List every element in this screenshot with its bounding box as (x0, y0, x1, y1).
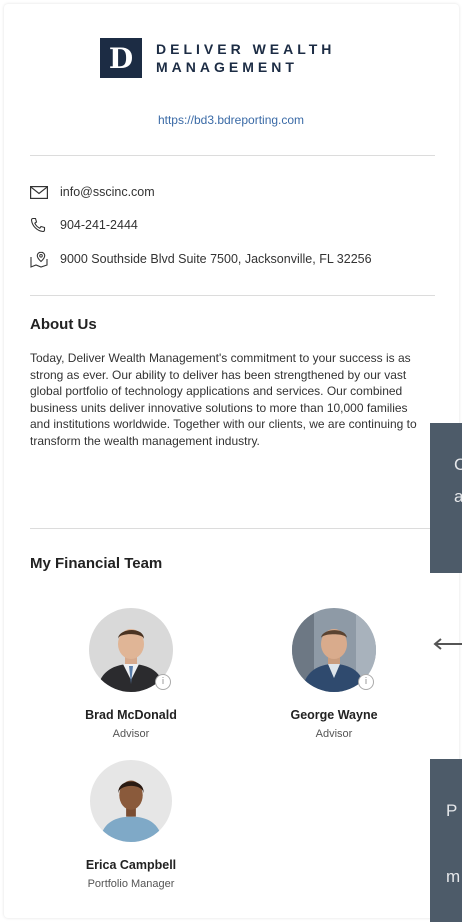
tooltip-text-1: C (454, 455, 462, 474)
team-member-card[interactable]: i Brad McDonald Advisor (61, 608, 201, 740)
logo-line-1: DELIVER WEALTH (156, 41, 336, 57)
address-text: 9000 Southside Blvd Suite 7500, Jacksonv… (60, 252, 372, 266)
tooltip-text-2: a (454, 487, 462, 506)
avatar[interactable] (90, 760, 172, 842)
avatar[interactable]: i (292, 608, 376, 692)
divider (30, 155, 435, 156)
tooltip-panel: P m (430, 759, 462, 922)
divider (30, 295, 435, 296)
divider (30, 528, 435, 529)
logo-line-2: MANAGEMENT (156, 59, 298, 75)
mail-icon (30, 184, 50, 200)
contact-email[interactable]: info@sscinc.com (30, 184, 155, 200)
phone-icon (30, 217, 50, 233)
about-title: About Us (30, 316, 97, 333)
member-name: Brad McDonald (85, 708, 177, 722)
contact-address[interactable]: 9000 Southside Blvd Suite 7500, Jacksonv… (30, 251, 372, 268)
team-member-card[interactable]: Erica Campbell Portfolio Manager (61, 760, 201, 890)
phone-text: 904-241-2444 (60, 218, 138, 232)
arrow-left-icon (433, 638, 462, 650)
company-logo: D DELIVER WEALTH MANAGEMENT (100, 38, 335, 78)
email-text: info@sscinc.com (60, 185, 155, 199)
member-name: Erica Campbell (85, 858, 177, 872)
tooltip-text-2: m (446, 867, 461, 886)
logo-mark: D (100, 38, 142, 78)
team-member-card[interactable]: i George Wayne Advisor (264, 608, 404, 740)
member-role: Advisor (315, 728, 353, 740)
tooltip-panel: C a (430, 423, 462, 573)
contact-phone[interactable]: 904-241-2444 (30, 217, 138, 233)
map-pin-icon (30, 251, 50, 268)
tooltip-text-1: P (446, 801, 458, 820)
member-role: Advisor (112, 728, 150, 740)
about-body: Today, Deliver Wealth Management's commi… (30, 351, 417, 448)
website-link[interactable]: https://bd3.bdreporting.com (0, 113, 462, 127)
logo-wordmark: DELIVER WEALTH MANAGEMENT (156, 40, 335, 76)
team-title: My Financial Team (30, 555, 163, 572)
info-icon[interactable]: i (358, 674, 374, 690)
member-name: George Wayne (290, 708, 378, 722)
info-icon[interactable]: i (155, 674, 171, 690)
avatar[interactable]: i (89, 608, 173, 692)
member-role: Portfolio Manager (87, 878, 175, 890)
